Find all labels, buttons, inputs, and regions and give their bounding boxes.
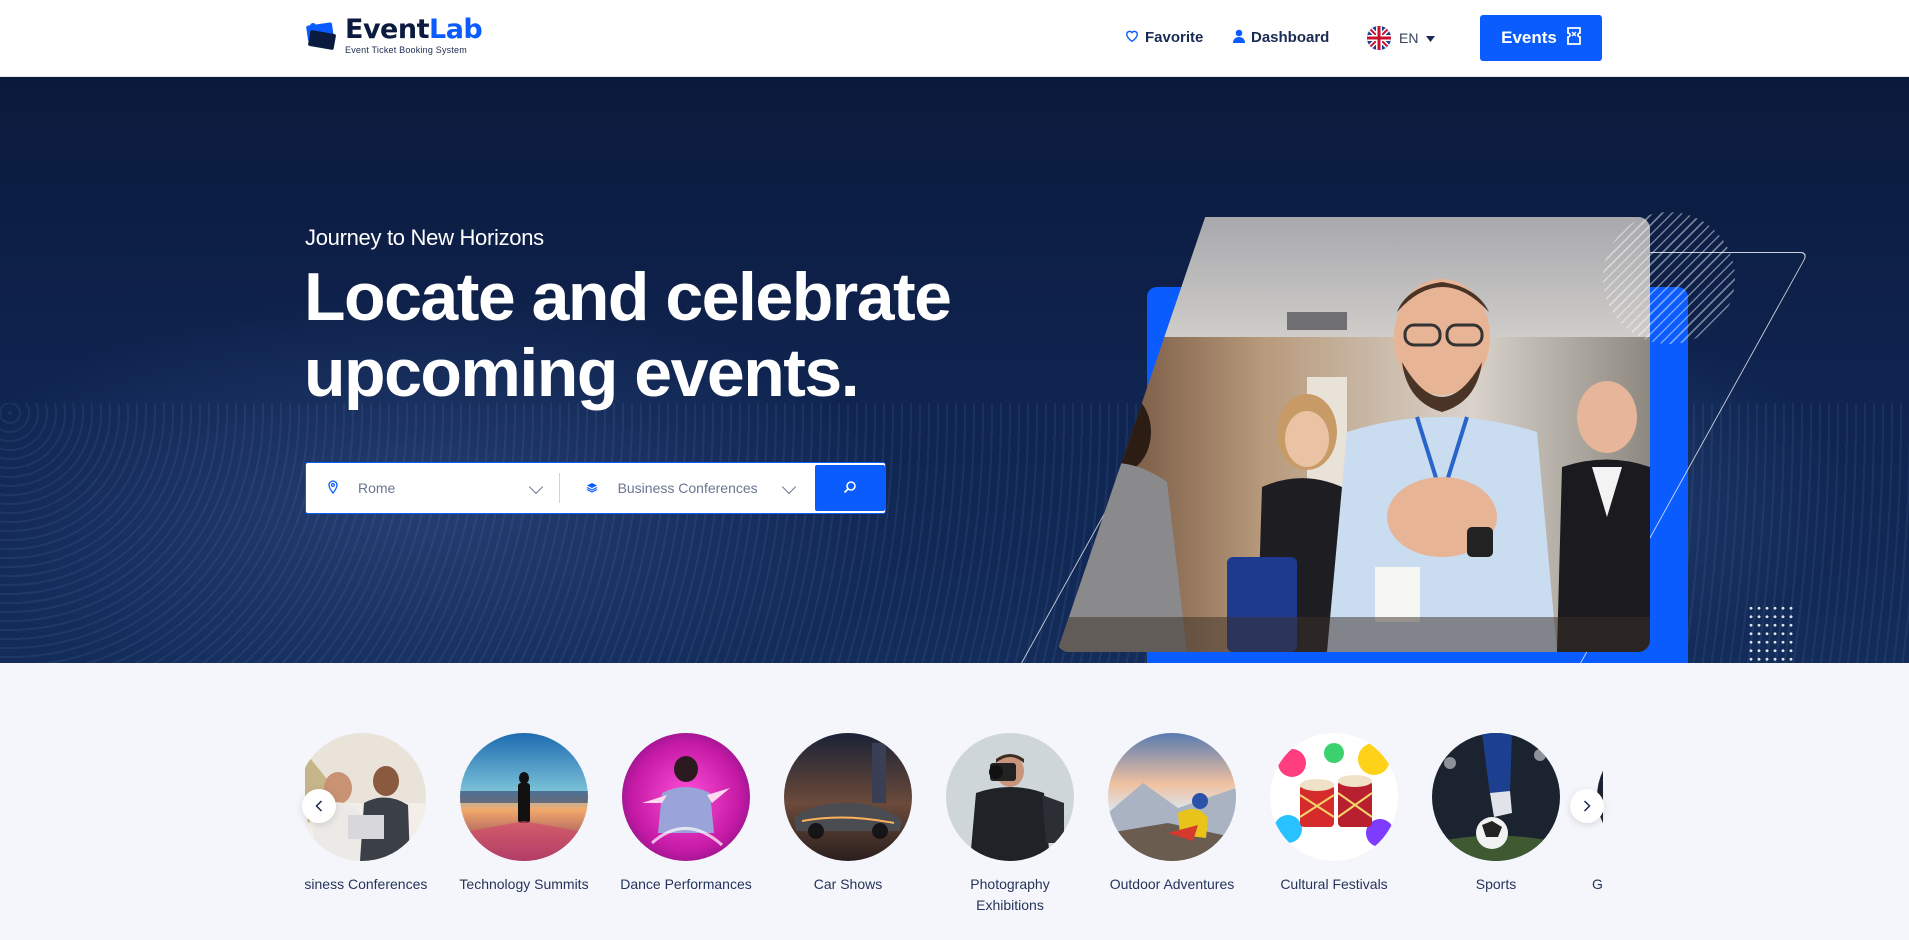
hero-title: Locate and celebrate upcoming events. [304, 259, 952, 411]
logo-tagline: Event Ticket Booking System [345, 45, 467, 55]
category-card[interactable]: Sports [1422, 733, 1570, 895]
category-select[interactable]: Business Conferences [558, 473, 813, 503]
heart-icon [1125, 29, 1139, 46]
hatched-circle-decoration [1603, 212, 1735, 344]
uk-flag-icon [1367, 25, 1391, 50]
category-card[interactable]: Photography Exhibitions [936, 733, 1084, 916]
nav-dashboard-label: Dashboard [1251, 29, 1330, 46]
category-image [1270, 733, 1398, 861]
logo-name-main: Event [345, 14, 429, 45]
chevron-right-icon [1583, 796, 1591, 817]
hero-section: Journey to New Horizons Locate and celeb… [0, 77, 1909, 663]
caret-down-icon [1426, 29, 1436, 47]
category-label: usiness Conferences [305, 876, 428, 892]
category-label: Car Shows [813, 876, 883, 892]
category-carousel: usiness Conferences Technology Summits D… [305, 730, 1603, 940]
search-icon [843, 480, 857, 497]
map-pin-icon [328, 479, 338, 497]
category-image [622, 733, 750, 861]
chevron-left-icon [315, 796, 323, 817]
category-label: Sports [1475, 876, 1517, 892]
category-card[interactable]: Technology Summits [450, 733, 598, 895]
events-button-label: Events [1501, 28, 1557, 47]
logo-name-accent: Lab [428, 14, 483, 45]
category-card[interactable]: Outdoor Adventures [1098, 733, 1246, 895]
category-image [784, 733, 912, 861]
category-card[interactable]: Cultural Festivals [1260, 733, 1408, 895]
hero-subtitle: Journey to New Horizons [305, 225, 544, 250]
category-label: Dance Performances [620, 876, 752, 892]
category-image [1108, 733, 1236, 861]
site-logo[interactable]: EventLab Event Ticket Booking System [305, 14, 483, 55]
layers-icon [586, 480, 598, 496]
event-search-bar: Rome Business Conferences [305, 462, 886, 514]
chevron-down-icon [528, 479, 543, 495]
category-image [946, 733, 1074, 861]
dot-grid-decoration [1747, 604, 1795, 663]
user-icon [1233, 29, 1245, 47]
nav-dashboard-link[interactable]: Dashboard [1233, 29, 1329, 47]
language-code: EN [1399, 29, 1419, 46]
category-label: G [1592, 876, 1603, 892]
carousel-next-button[interactable] [1570, 789, 1604, 823]
category-card[interactable]: Car Shows [774, 733, 922, 895]
category-label: Technology Summits [459, 876, 589, 892]
location-select[interactable]: Rome [306, 463, 559, 513]
category-label: Photography Exhibitions [970, 876, 1050, 913]
carousel-prev-button[interactable] [302, 789, 336, 823]
location-value: Rome [358, 480, 396, 496]
category-value: Business Conferences [617, 480, 758, 496]
ticket-logo-icon [305, 18, 339, 54]
site-header: EventLab Event Ticket Booking System Fav… [0, 0, 1909, 77]
category-card[interactable]: Dance Performances [612, 733, 760, 895]
chevron-down-icon [782, 479, 797, 495]
category-image [460, 733, 588, 861]
ticket-icon [1566, 26, 1581, 50]
category-label: Outdoor Adventures [1109, 876, 1235, 892]
nav-favorite-label: Favorite [1145, 29, 1204, 46]
events-button[interactable]: Events [1480, 15, 1602, 61]
category-label: Cultural Festivals [1280, 876, 1388, 892]
search-button[interactable] [815, 465, 885, 511]
nav-favorite-link[interactable]: Favorite [1125, 29, 1203, 46]
category-image [1432, 733, 1560, 861]
language-selector[interactable]: EN [1367, 0, 1436, 75]
